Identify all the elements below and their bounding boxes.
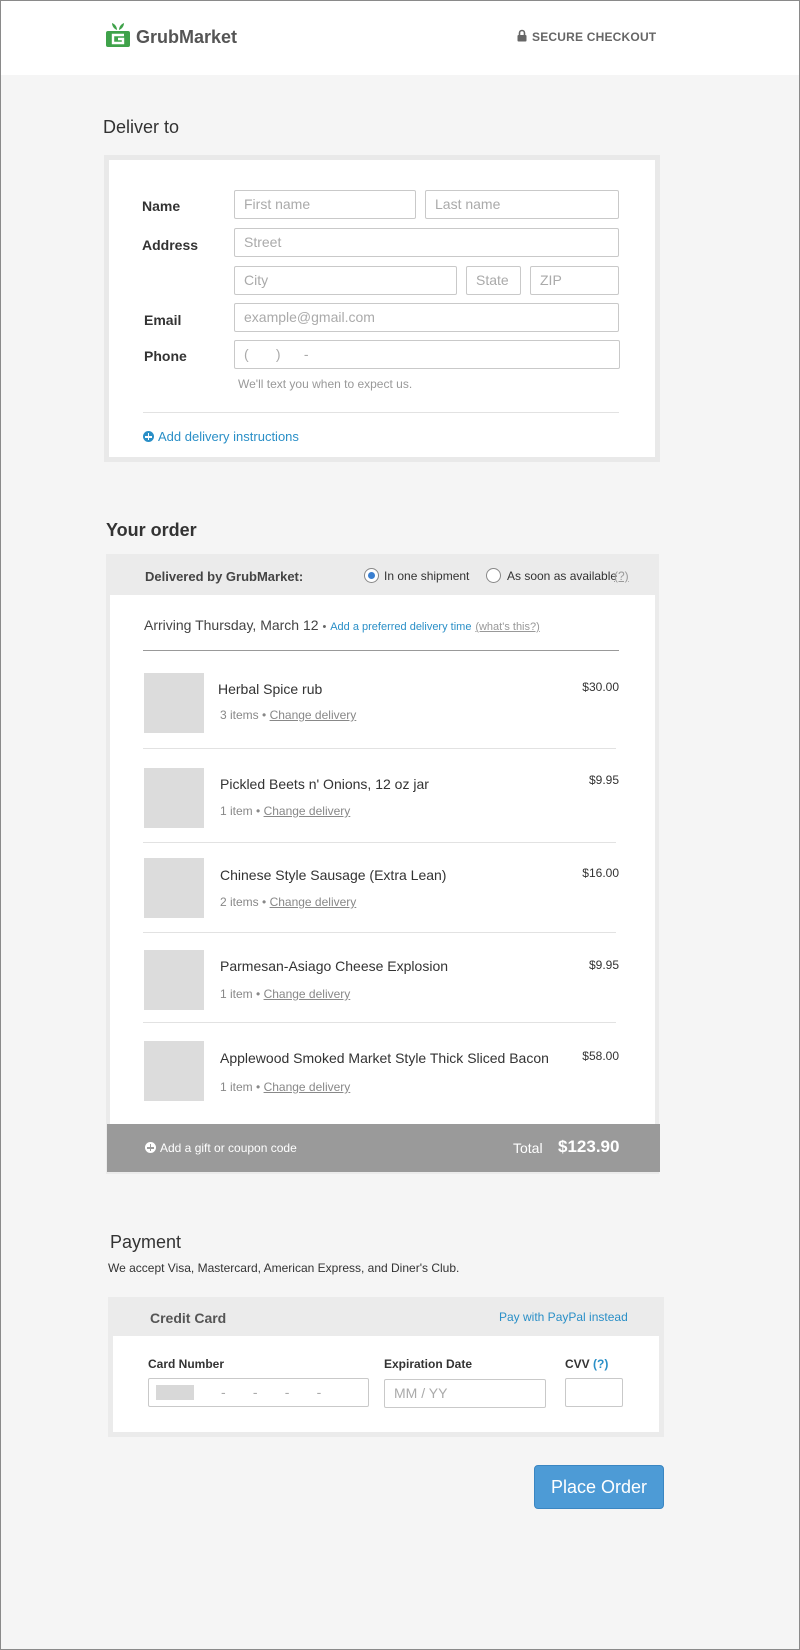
deliver-to-title: Deliver to bbox=[103, 117, 180, 137]
plus-circle-icon bbox=[143, 431, 154, 442]
last-name-input[interactable]: Last name bbox=[425, 190, 619, 219]
preferred-delivery-time-link[interactable]: Add a preferred delivery time bbox=[330, 621, 471, 633]
item-count-text: 1 item bbox=[220, 1080, 253, 1094]
item-name[interactable]: Parmesan-Asiago Cheese Explosion bbox=[220, 958, 448, 974]
item-divider bbox=[143, 748, 616, 749]
item-divider bbox=[143, 1022, 616, 1023]
city-input[interactable]: City bbox=[234, 266, 457, 295]
header: GrubMarket SECURE CHECKOUT bbox=[1, 1, 799, 75]
total-value: $123.90 bbox=[558, 1137, 620, 1156]
item-count-text: 3 items bbox=[220, 708, 259, 722]
place-order-button[interactable]: Place Order bbox=[534, 1465, 664, 1509]
cvv-label: CVV (?) bbox=[565, 1357, 608, 1371]
change-delivery-link[interactable]: Change delivery bbox=[270, 708, 357, 722]
paypal-link[interactable]: Pay with PayPal instead bbox=[499, 1310, 628, 1324]
cvv-help-link[interactable]: (?) bbox=[593, 1357, 608, 1371]
street-input[interactable]: Street bbox=[234, 228, 619, 257]
first-name-input[interactable]: First name bbox=[234, 190, 416, 219]
add-delivery-instructions-label: Add delivery instructions bbox=[158, 429, 299, 444]
phone-hint: We'll text you when to expect us. bbox=[238, 377, 413, 391]
item-price: $30.00 bbox=[582, 680, 619, 694]
total-label: Total bbox=[513, 1140, 543, 1156]
item-name[interactable]: Applewood Smoked Market Style Thick Slic… bbox=[220, 1050, 549, 1066]
arriving-date: Arriving Thursday, March 12 bbox=[144, 617, 319, 633]
email-label: Email bbox=[144, 312, 182, 328]
email-input[interactable]: example@gmail.com bbox=[234, 303, 619, 332]
arriving-bullet: • bbox=[322, 621, 327, 633]
as-soon-as-available-radio[interactable] bbox=[486, 568, 501, 583]
one-shipment-label[interactable]: In one shipment bbox=[384, 569, 469, 583]
secure-checkout-label: SECURE CHECKOUT bbox=[532, 30, 657, 44]
card-number-placeholder: - - - - bbox=[221, 1384, 322, 1400]
item-thumbnail[interactable] bbox=[144, 1041, 204, 1101]
card-number-input[interactable]: - - - - bbox=[148, 1378, 369, 1407]
item-count-text: 1 item bbox=[220, 987, 253, 1001]
order-total-bar: Add a gift or coupon code Total $123.90 bbox=[107, 1124, 660, 1172]
delivered-by-label: Delivered by GrubMarket: bbox=[145, 569, 304, 584]
item-price: $58.00 bbox=[582, 1049, 619, 1063]
credit-card-label[interactable]: Credit Card bbox=[150, 1310, 226, 1326]
change-delivery-link[interactable]: Change delivery bbox=[264, 1080, 351, 1094]
phone-input[interactable]: ( ) - bbox=[234, 340, 620, 369]
item-count: 1 item • Change delivery bbox=[220, 987, 351, 1001]
accepted-cards-text: We accept Visa, Mastercard, American Exp… bbox=[108, 1261, 460, 1275]
item-name[interactable]: Chinese Style Sausage (Extra Lean) bbox=[220, 867, 446, 883]
grubmarket-logo-icon bbox=[106, 23, 130, 47]
expiration-label: Expiration Date bbox=[384, 1357, 473, 1371]
item-price: $16.00 bbox=[582, 866, 619, 880]
name-label: Name bbox=[142, 198, 181, 214]
as-soon-help-link[interactable]: (?) bbox=[614, 569, 629, 583]
brand-name[interactable]: GrubMarket bbox=[136, 27, 237, 48]
item-thumbnail[interactable] bbox=[144, 673, 204, 733]
arriving-line: Arriving Thursday, March 12 • Add a pref… bbox=[144, 617, 540, 633]
address-label: Address bbox=[142, 237, 199, 253]
payment-title: Payment bbox=[110, 1232, 182, 1252]
phone-label: Phone bbox=[144, 348, 187, 364]
item-name[interactable]: Herbal Spice rub bbox=[218, 681, 322, 697]
item-count: 3 items • Change delivery bbox=[220, 708, 357, 722]
item-divider bbox=[143, 842, 616, 843]
item-thumbnail[interactable] bbox=[144, 858, 204, 918]
item-divider bbox=[143, 932, 616, 933]
expiration-input[interactable]: MM / YY bbox=[384, 1379, 546, 1408]
item-count: 2 items • Change delivery bbox=[220, 895, 357, 909]
as-soon-as-available-label[interactable]: As soon as available bbox=[507, 569, 617, 583]
state-input[interactable]: State bbox=[466, 266, 521, 295]
item-count-text: 1 item bbox=[220, 804, 253, 818]
card-brand-icon bbox=[156, 1385, 194, 1400]
cvv-input[interactable] bbox=[565, 1378, 623, 1407]
arriving-divider bbox=[143, 650, 619, 651]
change-delivery-link[interactable]: Change delivery bbox=[270, 895, 357, 909]
lock-icon bbox=[517, 29, 527, 42]
add-coupon-label: Add a gift or coupon code bbox=[160, 1141, 297, 1155]
item-name[interactable]: Pickled Beets n' Onions, 12 oz jar bbox=[220, 776, 429, 792]
add-coupon-link[interactable]: Add a gift or coupon code bbox=[145, 1141, 297, 1155]
form-divider bbox=[143, 412, 619, 413]
whats-this-link[interactable]: (what's this?) bbox=[475, 621, 539, 633]
item-price: $9.95 bbox=[588, 958, 619, 972]
item-count: 1 item • Change delivery bbox=[220, 804, 351, 818]
change-delivery-link[interactable]: Change delivery bbox=[264, 804, 351, 818]
one-shipment-radio[interactable] bbox=[364, 568, 379, 583]
card-number-label: Card Number bbox=[148, 1357, 225, 1371]
item-price: $9.95 bbox=[588, 773, 619, 787]
plus-circle-icon bbox=[145, 1142, 156, 1153]
cvv-label-text: CVV bbox=[565, 1357, 590, 1371]
item-thumbnail[interactable] bbox=[144, 768, 204, 828]
add-delivery-instructions-link[interactable]: Add delivery instructions bbox=[143, 429, 299, 444]
your-order-title: Your order bbox=[106, 520, 197, 540]
change-delivery-link[interactable]: Change delivery bbox=[264, 987, 351, 1001]
zip-input[interactable]: ZIP bbox=[530, 266, 619, 295]
item-count: 1 item • Change delivery bbox=[220, 1080, 351, 1094]
item-thumbnail[interactable] bbox=[144, 950, 204, 1010]
item-count-text: 2 items bbox=[220, 895, 259, 909]
